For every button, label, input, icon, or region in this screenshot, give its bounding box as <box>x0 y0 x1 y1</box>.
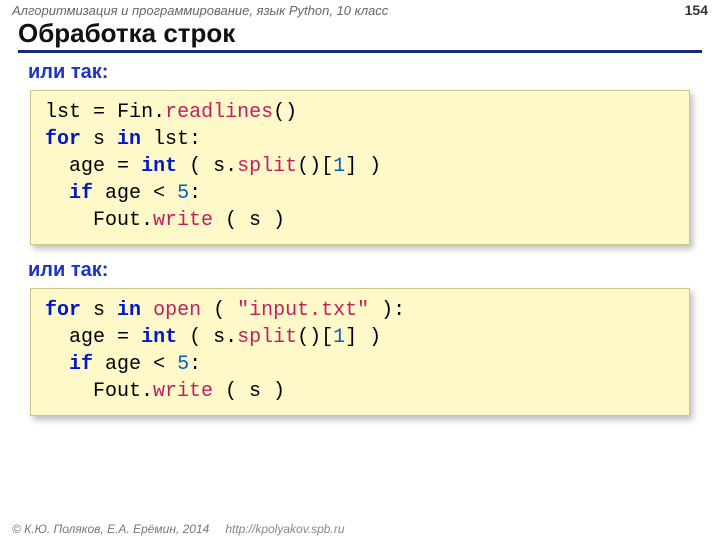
code-fn: write <box>153 380 213 403</box>
code-kw: in <box>117 128 141 151</box>
code-fn: open <box>153 299 201 322</box>
footer-url: http://kpolyakov.spb.ru <box>225 522 344 536</box>
code-text: : <box>189 182 201 205</box>
code-text: lst: <box>141 128 201 151</box>
code-block-2: for s in open ( "input.txt" ): age = int… <box>30 288 690 416</box>
code-kw: int <box>141 155 177 178</box>
code-text: ( s. <box>177 155 237 178</box>
code-text <box>45 182 69 205</box>
code-text: ()[ <box>297 326 333 349</box>
code-fn: split <box>237 155 297 178</box>
code-text: ()[ <box>297 155 333 178</box>
code-text: ( s ) <box>213 380 285 403</box>
code-kw: if <box>69 353 93 376</box>
code-text: s <box>81 299 117 322</box>
code-text: < <box>153 353 165 376</box>
code-text: ] ) <box>345 326 381 349</box>
code-text: ( <box>201 299 237 322</box>
slide-header: Алгоритмизация и программирование, язык … <box>0 0 720 19</box>
code-text: = <box>117 155 129 178</box>
code-text: age <box>45 326 105 349</box>
code-num: 5 <box>177 182 189 205</box>
code-text: ( s ) <box>213 209 285 232</box>
code-text: < <box>153 182 165 205</box>
code-text <box>45 353 69 376</box>
code-text: ] ) <box>345 155 381 178</box>
code-kw: for <box>45 128 81 151</box>
code-text: age <box>93 353 141 376</box>
slide-footer: © К.Ю. Поляков, Е.А. Ерёмин, 2014 http:/… <box>0 519 720 540</box>
code-kw: int <box>141 326 177 349</box>
slide-content: или так: lst = Fin.readlines() for s in … <box>0 55 720 416</box>
course-title: Алгоритмизация и программирование, язык … <box>12 3 388 18</box>
page-number: 154 <box>685 2 708 18</box>
code-text: () <box>273 101 297 124</box>
code-fn: readlines <box>165 101 273 124</box>
code-text: age <box>93 182 141 205</box>
subhead-2: или так: <box>28 259 698 282</box>
code-text: = <box>117 326 129 349</box>
code-text: Fout. <box>45 380 153 403</box>
code-text: s <box>81 128 117 151</box>
code-text <box>141 299 153 322</box>
copyright-text: © К.Ю. Поляков, Е.А. Ерёмин, 2014 <box>12 522 209 536</box>
code-text: ( s. <box>177 326 237 349</box>
code-kw: if <box>69 182 93 205</box>
code-num: 5 <box>177 353 189 376</box>
code-text: = <box>93 101 105 124</box>
code-fn: write <box>153 209 213 232</box>
code-num: 1 <box>333 155 345 178</box>
code-text: : <box>189 353 201 376</box>
title-bar: Обработка строк <box>0 19 720 55</box>
code-text: Fout. <box>45 209 153 232</box>
code-text: Fin. <box>117 101 165 124</box>
code-text: age <box>45 155 105 178</box>
code-str: "input.txt" <box>237 299 369 322</box>
code-text: lst <box>45 101 81 124</box>
code-kw: for <box>45 299 81 322</box>
code-block-1: lst = Fin.readlines() for s in lst: age … <box>30 90 690 245</box>
page-title: Обработка строк <box>18 19 702 53</box>
code-kw: in <box>117 299 141 322</box>
code-fn: split <box>237 326 297 349</box>
subhead-1: или так: <box>28 61 698 84</box>
code-num: 1 <box>333 326 345 349</box>
code-text: ): <box>369 299 405 322</box>
